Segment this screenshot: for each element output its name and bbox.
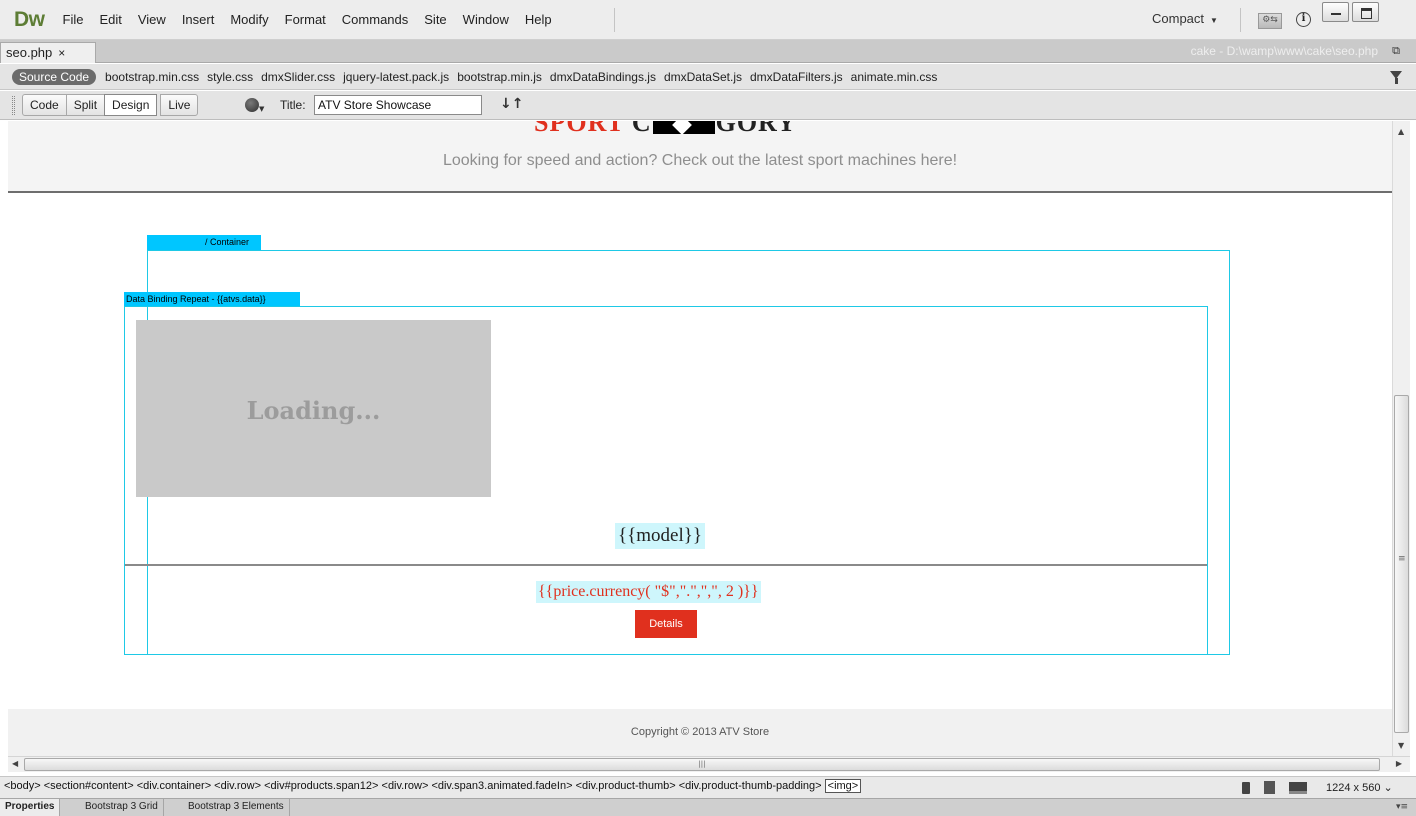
menu-separator-2: [1240, 8, 1241, 32]
minimize-button[interactable]: [1322, 2, 1349, 22]
window-size-menu[interactable]: 1224 x 560 ⌄: [1326, 781, 1393, 794]
source-code-button[interactable]: Source Code: [12, 68, 97, 85]
sort-icon[interactable]: ↓↑: [500, 96, 523, 112]
related-file[interactable]: bootstrap.min.css: [105, 70, 199, 84]
model-binding[interactable]: {{model}}: [615, 523, 705, 549]
filter-icon[interactable]: [1390, 71, 1402, 84]
live-view-button[interactable]: Live: [160, 94, 199, 116]
view-switcher: Code Split Design Live: [22, 94, 199, 116]
tag-path[interactable]: <body> <section#content> <div.container>…: [4, 779, 862, 793]
menu-bar: Dw File Edit View Insert Modify Format C…: [0, 0, 1416, 40]
document-toolbar: Code Split Design Live ▼ Title: ATV Stor…: [0, 91, 1416, 120]
scroll-left-icon[interactable]: ◀: [12, 759, 18, 768]
phone-icon[interactable]: [1242, 781, 1250, 794]
device-preview-icons: [1242, 781, 1307, 794]
heading-text: C: [631, 121, 652, 137]
footer: Copyright © 2013 ATV Store: [8, 709, 1392, 756]
panel-tab-bar: Properties Bootstrap 3 Grid Bootstrap 3 …: [0, 798, 1416, 816]
menu-commands[interactable]: Commands: [342, 12, 408, 27]
menu-help[interactable]: Help: [525, 12, 552, 27]
window-size-label: 1224 x 560: [1326, 782, 1381, 794]
container-label[interactable]: / Container: [147, 235, 261, 250]
chevron-down-icon[interactable]: ▼: [259, 105, 264, 113]
tab-properties[interactable]: Properties: [0, 799, 61, 816]
divider: [125, 564, 1207, 566]
menu-view[interactable]: View: [138, 12, 166, 27]
code-view-button[interactable]: Code: [22, 94, 67, 116]
design-view-button[interactable]: Design: [104, 94, 158, 116]
menu-site[interactable]: Site: [424, 12, 446, 27]
menu-separator: [614, 8, 615, 32]
horizontal-scroll-thumb[interactable]: |||: [24, 758, 1380, 771]
tab-bootstrap-elements[interactable]: Bootstrap 3 Elements: [183, 799, 290, 816]
related-file[interactable]: dmxSlider.css: [261, 70, 335, 84]
document-tab-bar: seo.php × cake - D:\wamp\www\cake\seo.php…: [0, 40, 1416, 63]
design-canvas[interactable]: SPORT C GORY Looking for speed and action…: [8, 121, 1392, 756]
panel-menu-icon[interactable]: ▾≡: [1396, 802, 1408, 812]
vertical-scrollbar[interactable]: ▲ ≡ ▼: [1392, 121, 1410, 756]
chevron-down-icon: ▼: [1210, 16, 1218, 25]
details-button[interactable]: Details: [635, 610, 697, 638]
restore-window-icon[interactable]: ⧉: [1392, 44, 1400, 58]
related-file[interactable]: style.css: [207, 70, 253, 84]
tag-selector-bar: <body> <section#content> <div.container>…: [0, 776, 1416, 798]
menu-format[interactable]: Format: [285, 12, 326, 27]
split-view-button[interactable]: Split: [65, 94, 106, 116]
price-binding[interactable]: {{price.currency( "$",".",",", 2 )}}: [536, 581, 761, 603]
menu-edit[interactable]: Edit: [99, 12, 121, 27]
document-path: cake - D:\wamp\www\cake\seo.php: [1190, 44, 1378, 58]
menu-file[interactable]: File: [63, 12, 84, 27]
title-input[interactable]: ATV Store Showcase: [314, 95, 482, 115]
vertical-scroll-thumb[interactable]: ≡: [1394, 395, 1409, 733]
desktop-icon[interactable]: [1289, 781, 1307, 794]
workspace-switcher[interactable]: Compact ▼: [1152, 11, 1218, 26]
related-file[interactable]: dmxDataSet.js: [664, 70, 742, 84]
related-file[interactable]: animate.min.css: [851, 70, 938, 84]
grip-icon: ≡: [1398, 554, 1406, 564]
heading-highlight: SPORT: [534, 121, 625, 137]
workspace-label: Compact: [1152, 11, 1205, 26]
scroll-up-icon[interactable]: ▲: [1398, 127, 1404, 136]
heading-mask: [652, 121, 715, 134]
product-image-placeholder[interactable]: Loading...: [136, 320, 491, 497]
info-icon[interactable]: i: [1296, 12, 1311, 27]
toolbar-grip[interactable]: [12, 96, 15, 115]
app-logo: Dw: [14, 7, 45, 31]
document-tab-label: seo.php: [6, 45, 53, 60]
close-icon[interactable]: ×: [58, 46, 65, 60]
copyright-text: Copyright © 2013 ATV Store: [630, 726, 770, 738]
tag-path-text[interactable]: <body> <section#content> <div.container>…: [4, 780, 822, 792]
heading-text-end: GORY: [715, 121, 797, 137]
tablet-icon[interactable]: [1264, 781, 1275, 794]
horizontal-scrollbar[interactable]: ◀ ||| ▶: [8, 756, 1410, 772]
related-files-bar: Source Code bootstrap.min.css style.css …: [0, 64, 1416, 90]
data-binding-repeat-label[interactable]: Data Binding Repeat - {{atvs.data}}: [124, 292, 300, 307]
related-file[interactable]: jquery-latest.pack.js: [343, 70, 449, 84]
related-file[interactable]: dmxDataBindings.js: [550, 70, 656, 84]
hero-subheading: Looking for speed and action? Check out …: [442, 152, 958, 169]
scroll-right-icon[interactable]: ▶: [1396, 759, 1402, 768]
hero-section: SPORT C GORY Looking for speed and action…: [8, 121, 1392, 193]
tab-bootstrap-grid[interactable]: Bootstrap 3 Grid: [80, 799, 164, 816]
globe-icon[interactable]: [245, 98, 259, 112]
maximize-button[interactable]: [1352, 2, 1379, 22]
category-heading: SPORT C GORY: [534, 121, 797, 138]
document-tab[interactable]: seo.php ×: [0, 42, 96, 63]
title-label: Title:: [280, 98, 306, 112]
scroll-down-icon[interactable]: ▼: [1398, 741, 1404, 750]
menu-modify[interactable]: Modify: [230, 12, 268, 27]
selected-tag[interactable]: <img>: [824, 779, 862, 793]
chevron-down-icon: ⌄: [1383, 782, 1393, 794]
sync-settings-icon[interactable]: ⚙⇆: [1258, 13, 1282, 29]
menu-insert[interactable]: Insert: [182, 12, 215, 27]
related-file[interactable]: bootstrap.min.js: [457, 70, 542, 84]
loading-text: Loading...: [246, 396, 381, 425]
menu-window[interactable]: Window: [463, 12, 509, 27]
related-file[interactable]: dmxDataFilters.js: [750, 70, 843, 84]
